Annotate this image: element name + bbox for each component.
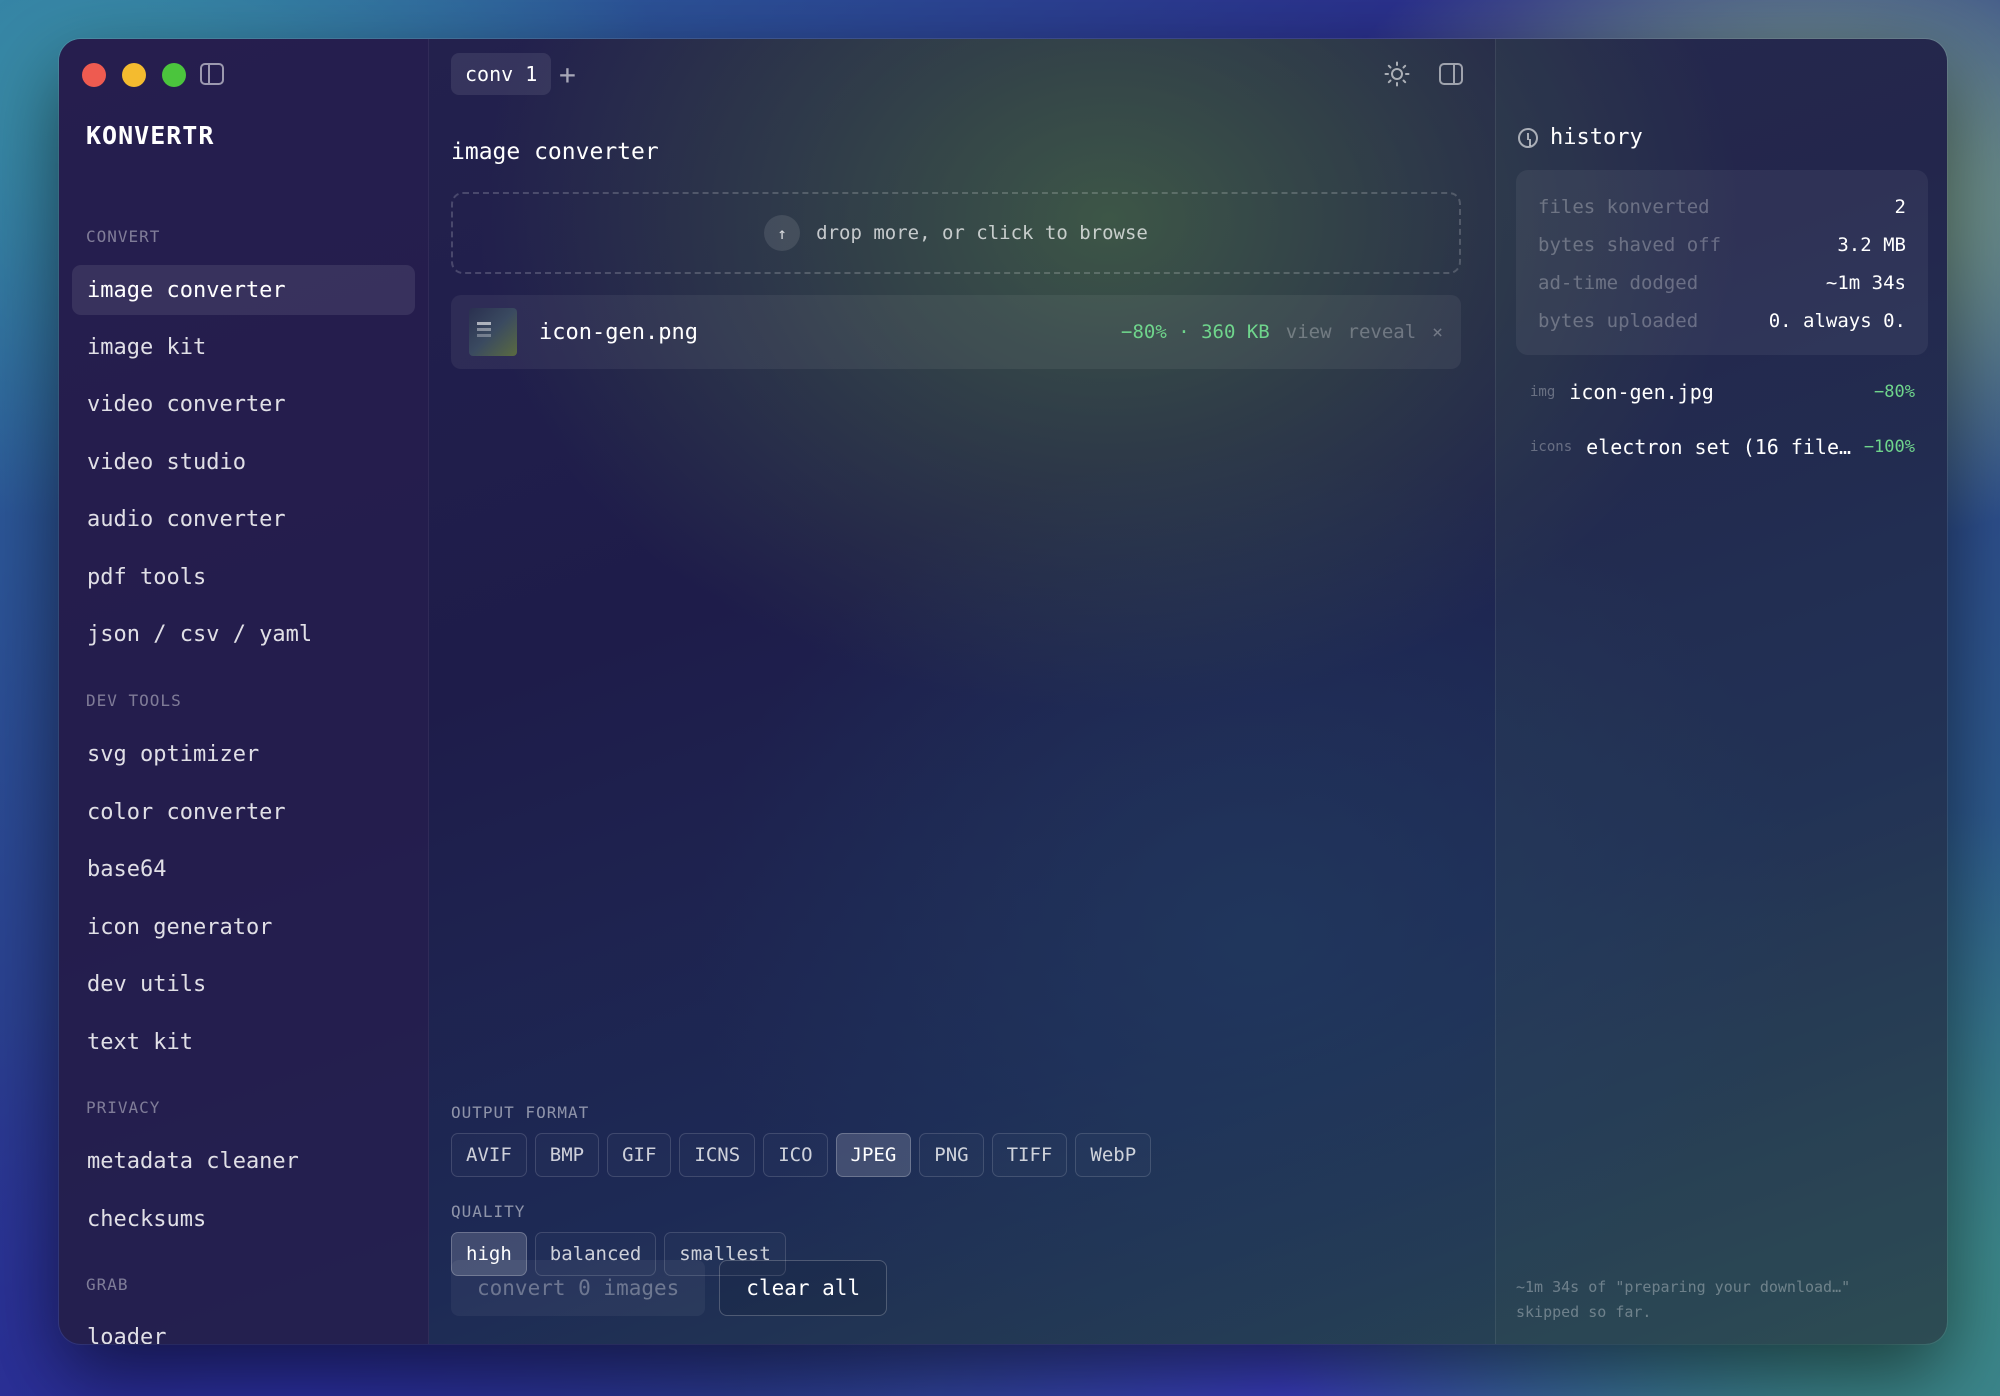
sidebar-item-checksums[interactable]: checksums: [72, 1194, 415, 1244]
format-png-button[interactable]: PNG: [919, 1133, 984, 1177]
dropzone-text: drop more, or click to browse: [816, 222, 1148, 244]
view-file-link[interactable]: view: [1286, 321, 1332, 343]
sidebar-item-pdf-tools[interactable]: pdf tools: [72, 552, 415, 602]
history-item[interactable]: icons electron set (16 file… −100%: [1530, 435, 1915, 459]
sidebar-item-video-converter[interactable]: video converter: [72, 379, 415, 429]
clear-all-button[interactable]: clear all: [719, 1260, 888, 1316]
section-title-privacy: PRIVACY: [86, 1098, 161, 1117]
section-title-grab: GRAB: [86, 1275, 129, 1294]
stat-bytes-shaved: bytes shaved off 3.2 MB: [1538, 226, 1906, 264]
footnote-line-1: ~1m 34s of "preparing your download…": [1516, 1278, 1851, 1296]
section-title-dev-tools: DEV TOOLS: [86, 691, 182, 710]
stat-value: ~1m 34s: [1825, 272, 1906, 294]
sidebar-item-image-converter[interactable]: image converter: [72, 265, 415, 315]
history-item-tag: img: [1530, 384, 1556, 400]
history-item-name: icon-gen.jpg: [1569, 380, 1714, 404]
stat-ad-time-dodged: ad-time dodged ~1m 34s: [1538, 264, 1906, 302]
main-panel: conv 1 + image converter ↑ drop more, or…: [429, 39, 1495, 1344]
sidebar-item-icon-generator[interactable]: icon generator: [72, 902, 415, 952]
format-jpeg-button[interactable]: JPEG: [835, 1133, 912, 1177]
file-row: icon-gen.png −80% · 360 KB view reveal ×: [451, 295, 1461, 369]
sidebar: KONVERTR CONVERT image converter image k…: [59, 39, 429, 1344]
convert-button[interactable]: convert 0 images: [451, 1260, 706, 1316]
sidebar-item-video-studio[interactable]: video studio: [72, 437, 415, 487]
history-title: history: [1550, 125, 1643, 150]
minimize-window-button[interactable]: [122, 63, 146, 87]
file-dropzone[interactable]: ↑ drop more, or click to browse: [451, 192, 1461, 274]
history-panel-toggle-icon[interactable]: [1439, 63, 1463, 85]
history-item-savings: −80%: [1874, 382, 1915, 402]
sidebar-item-image-kit[interactable]: image kit: [72, 322, 415, 372]
sidebar-toggle-icon[interactable]: [200, 63, 224, 85]
file-thumbnail: [469, 308, 517, 356]
history-header: history: [1518, 125, 1643, 150]
add-tab-button[interactable]: +: [559, 53, 576, 95]
sidebar-item-base64[interactable]: base64: [72, 844, 415, 894]
sidebar-item-svg-optimizer[interactable]: svg optimizer: [72, 729, 415, 779]
stat-value: 0. always 0.: [1768, 310, 1906, 332]
sidebar-item-text-kit[interactable]: text kit: [72, 1017, 415, 1067]
section-title-convert: CONVERT: [86, 227, 161, 246]
stat-value: 2: [1894, 196, 1906, 218]
history-item-savings: −100%: [1863, 437, 1915, 457]
reveal-file-link[interactable]: reveal: [1348, 321, 1417, 343]
theme-toggle-sun-icon[interactable]: [1384, 61, 1410, 87]
history-clock-icon: [1518, 127, 1538, 148]
stat-value: 3.2 MB: [1837, 234, 1906, 256]
remove-file-icon[interactable]: ×: [1432, 322, 1443, 343]
format-ico-button[interactable]: ICO: [763, 1133, 828, 1177]
history-panel: history files konverted 2 bytes shaved o…: [1495, 39, 1947, 1344]
app-window: KONVERTR CONVERT image converter image k…: [59, 39, 1947, 1344]
output-format-options: AVIF BMP GIF ICNS ICO JPEG PNG TIFF WebP: [451, 1133, 1152, 1177]
history-item-name: electron set (16 file…: [1586, 435, 1852, 459]
footnote-line-2: skipped so far.: [1516, 1303, 1652, 1321]
history-stats-card: files konverted 2 bytes shaved off 3.2 M…: [1516, 170, 1928, 355]
page-title: image converter: [451, 139, 659, 165]
stat-label: files konverted: [1538, 196, 1710, 218]
app-brand: KONVERTR: [86, 121, 215, 150]
history-item[interactable]: img icon-gen.jpg −80%: [1530, 380, 1915, 404]
file-savings: −80% · 360 KB: [1121, 321, 1270, 343]
sidebar-item-json-csv-yaml[interactable]: json / csv / yaml: [72, 609, 415, 659]
stat-label: bytes uploaded: [1538, 310, 1699, 332]
quality-label: QUALITY: [451, 1202, 526, 1221]
upload-arrow-icon: ↑: [764, 215, 801, 251]
sidebar-item-loader[interactable]: loader: [72, 1312, 415, 1345]
maximize-window-button[interactable]: [162, 63, 186, 87]
format-avif-button[interactable]: AVIF: [451, 1133, 527, 1177]
stat-bytes-uploaded: bytes uploaded 0. always 0.: [1538, 302, 1906, 340]
history-footnote: ~1m 34s of "preparing your download…" sk…: [1516, 1275, 1916, 1325]
stat-label: ad-time dodged: [1538, 272, 1699, 294]
action-buttons: convert 0 images clear all: [451, 1260, 888, 1316]
format-tiff-button[interactable]: TIFF: [991, 1133, 1068, 1177]
window-controls: [82, 63, 186, 87]
format-icns-button[interactable]: ICNS: [679, 1133, 756, 1177]
stat-files-konverted: files konverted 2: [1538, 188, 1906, 226]
format-bmp-button[interactable]: BMP: [534, 1133, 600, 1177]
history-item-tag: icons: [1530, 439, 1573, 455]
sidebar-item-audio-converter[interactable]: audio converter: [72, 494, 415, 544]
sidebar-item-dev-utils[interactable]: dev utils: [72, 959, 415, 1009]
close-window-button[interactable]: [82, 63, 106, 87]
sidebar-item-color-converter[interactable]: color converter: [72, 787, 415, 837]
output-format-label: OUTPUT FORMAT: [451, 1103, 590, 1122]
file-name: icon-gen.png: [539, 319, 698, 345]
format-webp-button[interactable]: WebP: [1075, 1133, 1152, 1177]
sidebar-item-metadata-cleaner[interactable]: metadata cleaner: [72, 1136, 415, 1186]
format-gif-button[interactable]: GIF: [607, 1133, 672, 1177]
stat-label: bytes shaved off: [1538, 234, 1722, 256]
tab-conv-1[interactable]: conv 1: [451, 53, 552, 95]
